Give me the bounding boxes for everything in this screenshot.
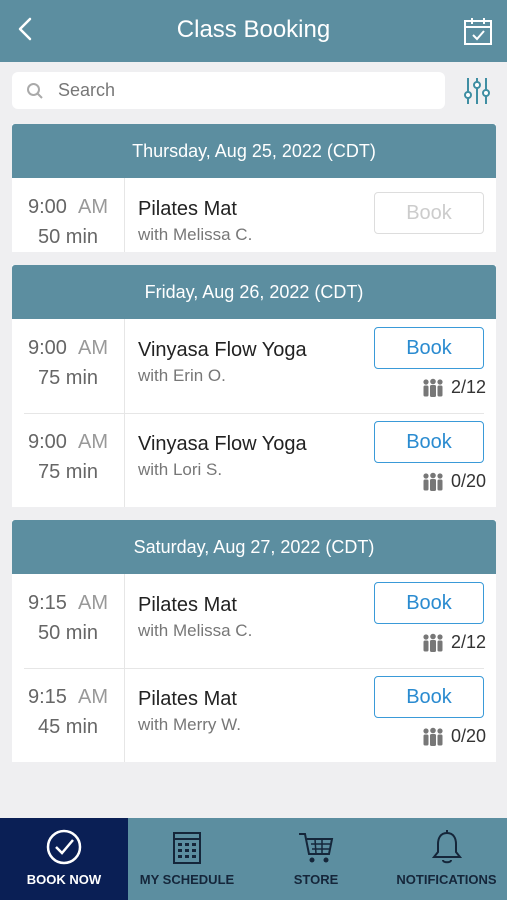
class-instructor: with Erin O.	[138, 366, 226, 385]
class-duration: 45 min	[37, 716, 99, 738]
class-name: Vinyasa Flow Yoga	[138, 339, 307, 361]
class-name: Pilates Mat	[138, 198, 237, 220]
tab-notifications[interactable]: NOTIFICATIONS	[386, 818, 507, 900]
book-button[interactable]: Book	[374, 676, 484, 718]
day-header: Saturday, Aug 27, 2022 (CDT)	[12, 520, 496, 574]
schedule-icon	[173, 832, 201, 864]
bottom-tab-bar: BOOK NOW MY SCHEDULE STORE NOTIFICATIONS	[0, 818, 507, 900]
class-duration: 50 min	[37, 226, 99, 248]
class-instructor: with Melissa C.	[138, 621, 253, 640]
people-icon	[423, 727, 443, 746]
class-row: 9:15 AM 50 min Pilates Mat with Melissa C. B…	[12, 574, 496, 668]
capacity-count: 0/20	[450, 726, 486, 746]
search-box	[12, 72, 445, 109]
day-section: Friday, Aug 26, 2022 (CDT) 9:00 AM 75 min V…	[12, 265, 496, 507]
capacity-indicator: 2/12	[421, 632, 486, 653]
divider	[124, 413, 125, 507]
class-row: 9:15 AM 45 min Pilates Mat with Merry W. Boo…	[12, 668, 496, 762]
class-time: 9:00 AM	[27, 196, 109, 218]
class-row: 9:00 AM 75 min Vinyasa Flow Yoga with Lori …	[12, 413, 496, 507]
tab-book-now[interactable]: BOOK NOW	[0, 818, 128, 900]
class-name: Pilates Mat	[138, 688, 237, 710]
class-name: Pilates Mat	[138, 594, 237, 616]
class-time: 9:00 AM	[27, 431, 109, 453]
class-duration: 75 min	[37, 367, 99, 389]
class-duration: 75 min	[37, 461, 99, 483]
book-button[interactable]: Book	[374, 582, 484, 624]
day-section: Saturday, Aug 27, 2022 (CDT) 9:15 AM 50 mi…	[12, 520, 496, 762]
capacity-count: 0/20	[450, 471, 486, 491]
page-title: Class Booking	[176, 16, 331, 43]
people-icon	[423, 472, 443, 491]
capacity-indicator: 0/20	[421, 471, 486, 492]
tab-label: BOOK NOW	[26, 872, 102, 887]
search-icon	[27, 83, 43, 99]
bell-icon	[431, 830, 462, 864]
divider	[124, 668, 125, 762]
class-row: 9:00 AM 50 min Pilates Mat with Melissa C. B…	[12, 178, 496, 252]
people-icon	[423, 633, 443, 652]
class-instructor: with Lori S.	[138, 460, 223, 479]
tab-label: NOTIFICATIONS	[396, 872, 497, 887]
sliders-icon[interactable]	[462, 76, 492, 106]
people-icon	[423, 378, 443, 397]
top-bar: Class Booking	[0, 0, 507, 62]
tab-store[interactable]: STORE	[246, 818, 386, 900]
calendar-check-icon[interactable]	[463, 16, 493, 46]
tab-my-schedule[interactable]: MY SCHEDULE	[128, 818, 246, 900]
divider	[124, 574, 125, 668]
class-name: Vinyasa Flow Yoga	[138, 433, 307, 455]
book-button: Book	[374, 192, 484, 234]
class-instructor: with Melissa C.	[138, 225, 253, 244]
capacity-indicator: 0/20	[421, 726, 486, 747]
search-input[interactable]	[58, 72, 428, 109]
tab-label: STORE	[293, 872, 339, 887]
day-header: Friday, Aug 26, 2022 (CDT)	[12, 265, 496, 319]
capacity-count: 2/12	[450, 632, 486, 652]
day-section: Thursday, Aug 25, 2022 (CDT) 9:00 AM 50 mi…	[12, 124, 496, 252]
capacity-count: 2/12	[450, 377, 486, 397]
book-button[interactable]: Book	[374, 327, 484, 369]
class-time: 9:00 AM	[27, 337, 109, 359]
class-duration: 50 min	[37, 622, 99, 644]
day-header: Thursday, Aug 25, 2022 (CDT)	[12, 124, 496, 178]
divider	[124, 178, 125, 252]
divider	[124, 319, 125, 413]
tab-label: MY SCHEDULE	[139, 872, 235, 887]
check-circle-icon	[46, 829, 82, 865]
class-instructor: with Merry W.	[138, 715, 241, 734]
book-button[interactable]: Book	[374, 421, 484, 463]
class-time: 9:15 AM	[27, 686, 109, 708]
cart-icon	[299, 833, 334, 863]
class-time: 9:15 AM	[27, 592, 109, 614]
class-row: 9:00 AM 75 min Vinyasa Flow Yoga with Erin …	[12, 319, 496, 413]
capacity-indicator: 2/12	[421, 377, 486, 398]
